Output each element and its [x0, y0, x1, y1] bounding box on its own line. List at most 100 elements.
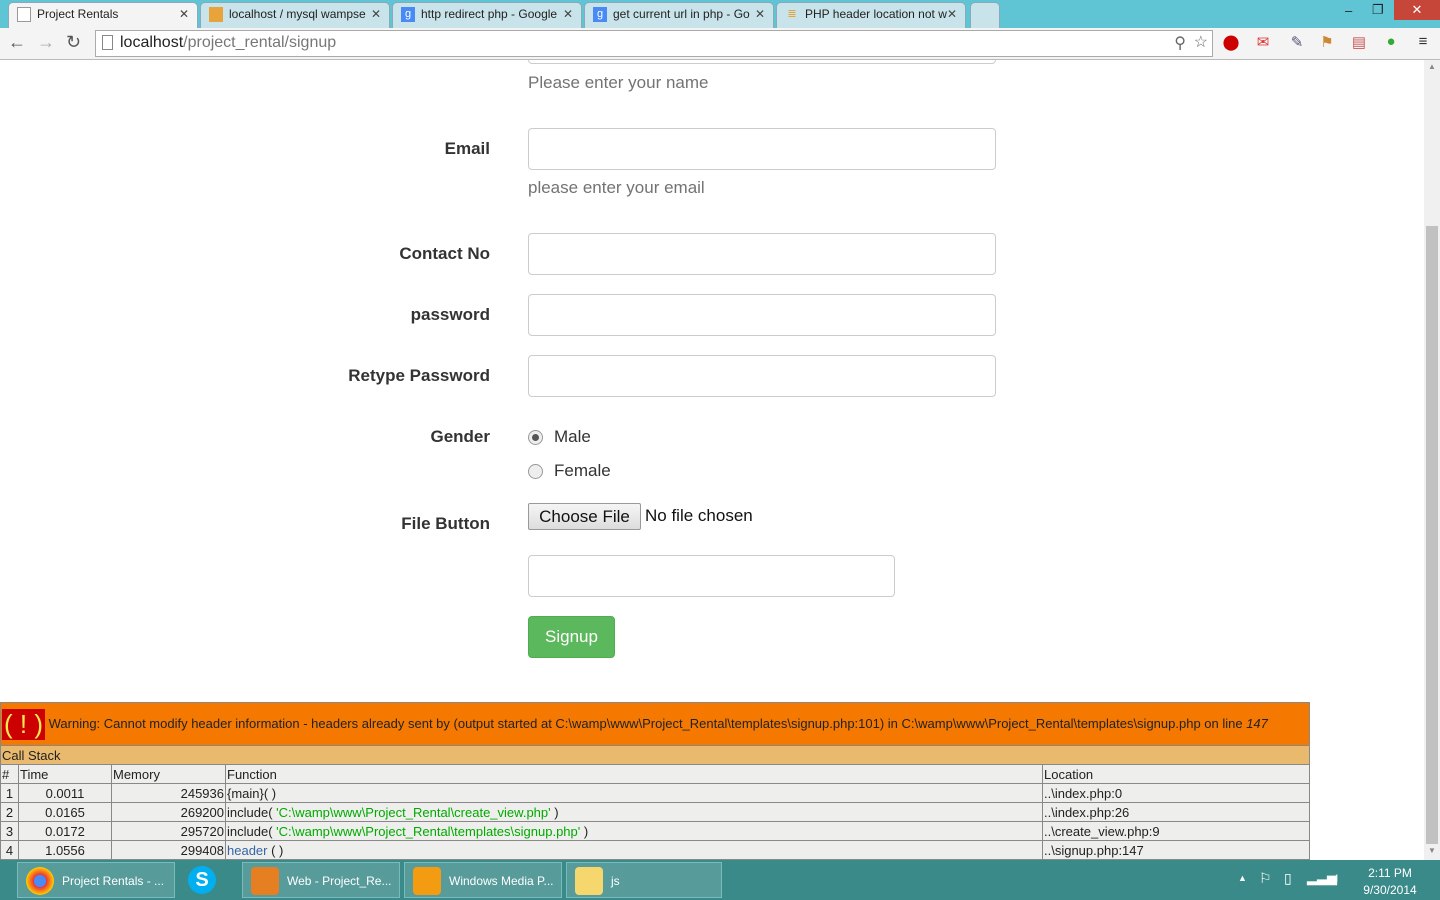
function-end: ): [580, 823, 589, 839]
tab-title: http redirect php - Google: [421, 7, 558, 21]
file-status: No file chosen: [645, 506, 753, 525]
call-stack-title: Call Stack: [0, 745, 1310, 765]
show-hidden-icons[interactable]: ▲: [1238, 873, 1247, 883]
close-tab-icon[interactable]: ✕: [947, 7, 957, 21]
address-bar[interactable]: localhost/project_rental/signup ⚲ ☆: [95, 30, 1213, 57]
scroll-down-icon[interactable]: ▼: [1428, 846, 1436, 855]
browser-toolbar: ← → ↻ localhost/project_rental/signup ⚲ …: [0, 28, 1440, 60]
forward-icon[interactable]: →: [37, 32, 55, 53]
row-function: header ( ): [225, 840, 1043, 860]
folder-icon: [575, 867, 603, 895]
back-icon[interactable]: ←: [8, 32, 26, 53]
name-input[interactable]: [528, 60, 996, 64]
php-warning-table: ( ! ) Warning: Cannot modify header info…: [0, 702, 1310, 860]
tab-title: Project Rentals: [37, 7, 119, 21]
table-row: 3 0.0172 295720 include( 'C:\wamp\www\Proje…: [0, 821, 1310, 841]
tab-project-rentals[interactable]: Project Rentals ✕: [8, 2, 198, 28]
adblock-icon[interactable]: ⬤: [1222, 33, 1240, 51]
row-location: ..\index.php:0: [1042, 783, 1310, 803]
radio-selected-dot: [532, 434, 539, 441]
tab-google-redirect[interactable]: g http redirect php - Google ✕: [392, 2, 582, 28]
close-tab-icon[interactable]: ✕: [563, 7, 573, 21]
row-number: 3: [0, 821, 19, 841]
taskbar-label: js: [611, 874, 620, 888]
clock[interactable]: 2:11 PM 9/30/2014: [1360, 865, 1420, 899]
new-tab-button[interactable]: [970, 2, 1000, 28]
scrollbar[interactable]: ▲ ▼: [1424, 60, 1440, 860]
gender-male-radio[interactable]: [528, 430, 543, 445]
tab-title: localhost / mysql wampse: [229, 7, 366, 21]
function-name: {main}( ): [227, 785, 277, 801]
reload-icon[interactable]: ↻: [66, 32, 81, 53]
restore-icon[interactable]: ❐: [1372, 2, 1384, 18]
row-number: 4: [0, 840, 19, 860]
file-label: File Button: [401, 514, 490, 533]
flag-icon[interactable]: ⚐: [1259, 870, 1272, 887]
close-tab-icon[interactable]: ✕: [179, 7, 189, 21]
close-tab-icon[interactable]: ✕: [371, 7, 381, 21]
taskbar-media-player[interactable]: Windows Media P...: [404, 862, 562, 898]
url-path: /project_rental/signup: [183, 34, 337, 51]
table-row: 4 1.0556 299408 header ( ) ..\signup.php:147: [0, 840, 1310, 860]
contact-input[interactable]: [528, 233, 996, 275]
col-header: Time: [18, 764, 112, 784]
scrollbar-thumb[interactable]: [1426, 226, 1438, 844]
warning-icon: ( ! ): [2, 708, 45, 740]
url-host: localhost: [120, 34, 184, 51]
eyedropper-icon[interactable]: ✎: [1288, 33, 1306, 51]
gender-female-radio[interactable]: [528, 464, 543, 479]
volume-icon[interactable]: 🔈︎: [1333, 869, 1341, 886]
tab-title: PHP header location not w: [805, 7, 947, 21]
signup-button[interactable]: Signup: [528, 616, 615, 658]
password-input[interactable]: [528, 294, 996, 336]
warning-line: 147: [1246, 715, 1268, 731]
table-row: 2 0.0165 269200 include( 'C:\wamp\www\Proje…: [0, 802, 1310, 822]
email-help-text: please enter your email: [528, 178, 705, 197]
taskbar-chrome[interactable]: Project Rentals - ...: [17, 862, 175, 898]
chrome-icon: [26, 867, 54, 895]
row-function: include( 'C:\wamp\www\Project_Rental\tem…: [225, 821, 1043, 841]
extension-icon[interactable]: ⚑: [1318, 33, 1336, 51]
page-content: Please enter your name Email please ente…: [0, 60, 1424, 860]
minimize-icon[interactable]: –: [1345, 3, 1352, 18]
close-window-button[interactable]: ✕: [1394, 0, 1440, 20]
gender-female-label[interactable]: Female: [554, 461, 611, 481]
close-tab-icon[interactable]: ✕: [755, 7, 765, 21]
taskbar-label: Windows Media P...: [449, 874, 554, 888]
taskbar-folder-js[interactable]: js: [566, 862, 722, 898]
function-end: ): [550, 804, 559, 820]
function-arg: 'C:\wamp\www\Project_Rental\templates\si…: [276, 823, 581, 839]
menu-icon[interactable]: ≡: [1414, 33, 1432, 51]
gmail-icon[interactable]: ✉: [1254, 33, 1272, 51]
row-memory: 245936: [111, 783, 226, 803]
bookmark-star-icon[interactable]: ☆: [1194, 32, 1208, 52]
taskbar-web-project[interactable]: Web - Project_Re...: [242, 862, 400, 898]
taskbar-label: Web - Project_Re...: [287, 874, 392, 888]
row-number: 2: [0, 802, 19, 822]
function-link[interactable]: header: [227, 843, 267, 858]
tab-phpmyadmin[interactable]: localhost / mysql wampse ✕: [200, 2, 390, 28]
extension-icon[interactable]: ▤: [1350, 33, 1368, 51]
col-header: Memory: [111, 764, 226, 784]
zoom-icon[interactable]: ⚲: [1174, 33, 1186, 53]
scroll-up-icon[interactable]: ▲: [1428, 62, 1436, 71]
warning-message: Warning: Cannot modify header informatio…: [48, 715, 1247, 731]
evernote-icon[interactable]: ●: [1382, 33, 1400, 51]
col-header: #: [0, 764, 19, 784]
choose-file-button[interactable]: Choose File: [528, 503, 641, 530]
function-name: include(: [227, 804, 277, 820]
retype-password-input[interactable]: [528, 355, 996, 397]
taskbar-skype[interactable]: S: [180, 862, 238, 898]
page-icon: [17, 7, 31, 22]
gender-male-label[interactable]: Male: [554, 427, 591, 447]
extra-input[interactable]: [528, 555, 895, 597]
row-time: 0.0165: [18, 802, 112, 822]
clock-time: 2:11 PM: [1368, 866, 1412, 880]
stackoverflow-icon: ≣: [787, 8, 797, 20]
email-input[interactable]: [528, 128, 996, 170]
tab-google-url[interactable]: g get current url in php - Go ✕: [584, 2, 774, 28]
tab-stackoverflow[interactable]: ≣ PHP header location not w ✕: [776, 2, 966, 28]
function-arg: 'C:\wamp\www\Project_Rental\create_view.…: [276, 804, 551, 820]
row-memory: 269200: [111, 802, 226, 822]
battery-icon[interactable]: ▯: [1284, 870, 1292, 887]
